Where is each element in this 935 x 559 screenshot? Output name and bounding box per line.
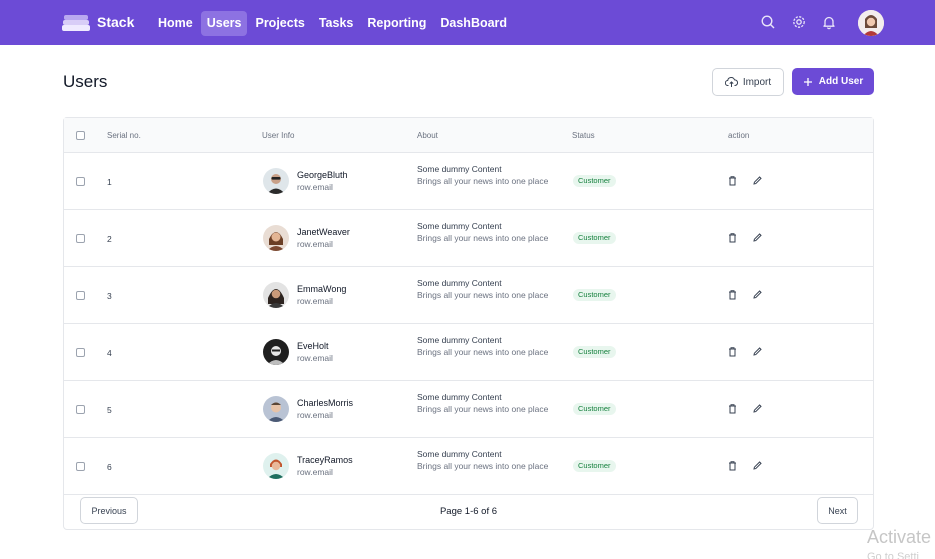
page-title: Users [63,72,108,91]
about-description: Brings all your news into one place [417,347,549,357]
table-row: 2 JanetWeaver row.email Some dummy Conte… [64,210,873,267]
header-status: Status [572,131,595,140]
edit-icon[interactable] [752,346,763,357]
user-name: GeorgeBluth [297,170,348,180]
delete-icon[interactable] [727,460,738,471]
user-email: row.email [297,296,333,306]
row-checkbox[interactable] [76,348,85,357]
import-label: Import [742,76,772,88]
cloud-upload-icon [724,76,738,87]
about-title: Some dummy Content [417,392,502,402]
delete-icon[interactable] [727,346,738,357]
user-name: CharlesMorris [297,398,354,408]
status-badge: Customer [573,403,616,415]
next-button[interactable]: Next [817,497,858,524]
about-description: Brings all your news into one place [417,176,549,186]
row-serial: 5 [107,405,112,415]
about-description: Brings all your news into one place [417,461,549,471]
user-email: row.email [297,353,333,363]
edit-icon[interactable] [752,403,763,414]
row-serial: 3 [107,291,112,301]
edit-icon[interactable] [752,232,763,243]
about-title: Some dummy Content [417,221,502,231]
status-badge: Customer [573,460,616,472]
select-all-checkbox[interactable] [76,131,85,140]
about-title: Some dummy Content [417,164,502,174]
activate-watermark-subtext: Go to Setti [867,551,919,559]
table-row: 6 TraceyRamos row.email Some dummy Conte… [64,438,873,495]
user-email: row.email [297,410,333,420]
nav-item-reporting[interactable]: Reporting [361,11,432,36]
nav-item-projects[interactable]: Projects [249,11,310,36]
user-email: row.email [297,239,333,249]
delete-icon[interactable] [727,232,738,243]
header-serial: Serial no. [107,131,141,140]
delete-icon[interactable] [727,403,738,414]
delete-icon[interactable] [727,289,738,300]
import-button[interactable]: Import [712,68,784,96]
header-user-info: User Info [262,131,295,140]
user-avatar[interactable] [858,10,884,36]
table-row: 1 GeorgeBluth row.email Some dummy Conte… [64,153,873,210]
row-checkbox[interactable] [76,291,85,300]
user-name: TraceyRamos [297,455,353,465]
add-user-label: Add User [818,76,864,87]
brand-name[interactable]: Stack [97,14,134,30]
user-email: row.email [297,467,333,477]
row-serial: 1 [107,177,112,187]
row-checkbox[interactable] [76,177,85,186]
about-title: Some dummy Content [417,449,502,459]
top-navbar: Stack Home Users Projects Tasks Reportin… [0,0,935,45]
gear-icon[interactable] [791,14,807,30]
row-checkbox[interactable] [76,462,85,471]
user-name: JanetWeaver [297,227,350,237]
about-description: Brings all your news into one place [417,404,549,414]
nav-item-users[interactable]: Users [200,11,248,36]
users-table: Serial no. User Info About Status action… [63,117,874,530]
about-description: Brings all your news into one place [417,290,549,300]
delete-icon[interactable] [727,175,738,186]
status-badge: Customer [573,232,616,244]
about-title: Some dummy Content [417,278,502,288]
search-icon[interactable] [760,14,776,30]
main-nav: Home Users Projects Tasks Reporting Dash… [152,11,513,36]
bell-icon[interactable] [821,14,837,30]
table-row: 4 EveHolt row.email Some dummy Content B… [64,324,873,381]
edit-icon[interactable] [752,289,763,300]
add-user-button[interactable]: Add User [792,68,874,95]
stack-logo-icon[interactable] [62,14,90,32]
user-name: EmmaWong [297,284,347,294]
status-badge: Customer [573,175,616,187]
nav-item-tasks[interactable]: Tasks [313,11,360,36]
page-indicator: Page 1-6 of 6 [439,506,498,517]
activate-watermark: Activate [867,527,932,547]
avatar [263,396,289,422]
header-action: action [728,131,750,140]
row-checkbox[interactable] [76,234,85,243]
row-serial: 6 [107,462,112,472]
table-header: Serial no. User Info About Status action [64,118,873,153]
avatar [263,282,289,308]
status-badge: Customer [573,346,616,358]
user-email: row.email [297,182,333,192]
edit-icon[interactable] [752,460,763,471]
table-row: 5 CharlesMorris row.email Some dummy Con… [64,381,873,438]
header-about: About [417,131,438,140]
row-serial: 4 [107,348,112,358]
about-description: Brings all your news into one place [417,233,549,243]
row-serial: 2 [107,234,112,244]
avatar [263,339,289,365]
user-name: EveHolt [297,341,329,351]
nav-item-dashboard[interactable]: DashBoard [434,11,513,36]
nav-item-home[interactable]: Home [152,11,199,36]
avatar [263,453,289,479]
plus-icon [803,77,812,86]
status-badge: Customer [573,289,616,301]
avatar [263,168,289,194]
avatar [263,225,289,251]
edit-icon[interactable] [752,175,763,186]
about-title: Some dummy Content [417,335,502,345]
table-row: 3 EmmaWong row.email Some dummy Content … [64,267,873,324]
row-checkbox[interactable] [76,405,85,414]
